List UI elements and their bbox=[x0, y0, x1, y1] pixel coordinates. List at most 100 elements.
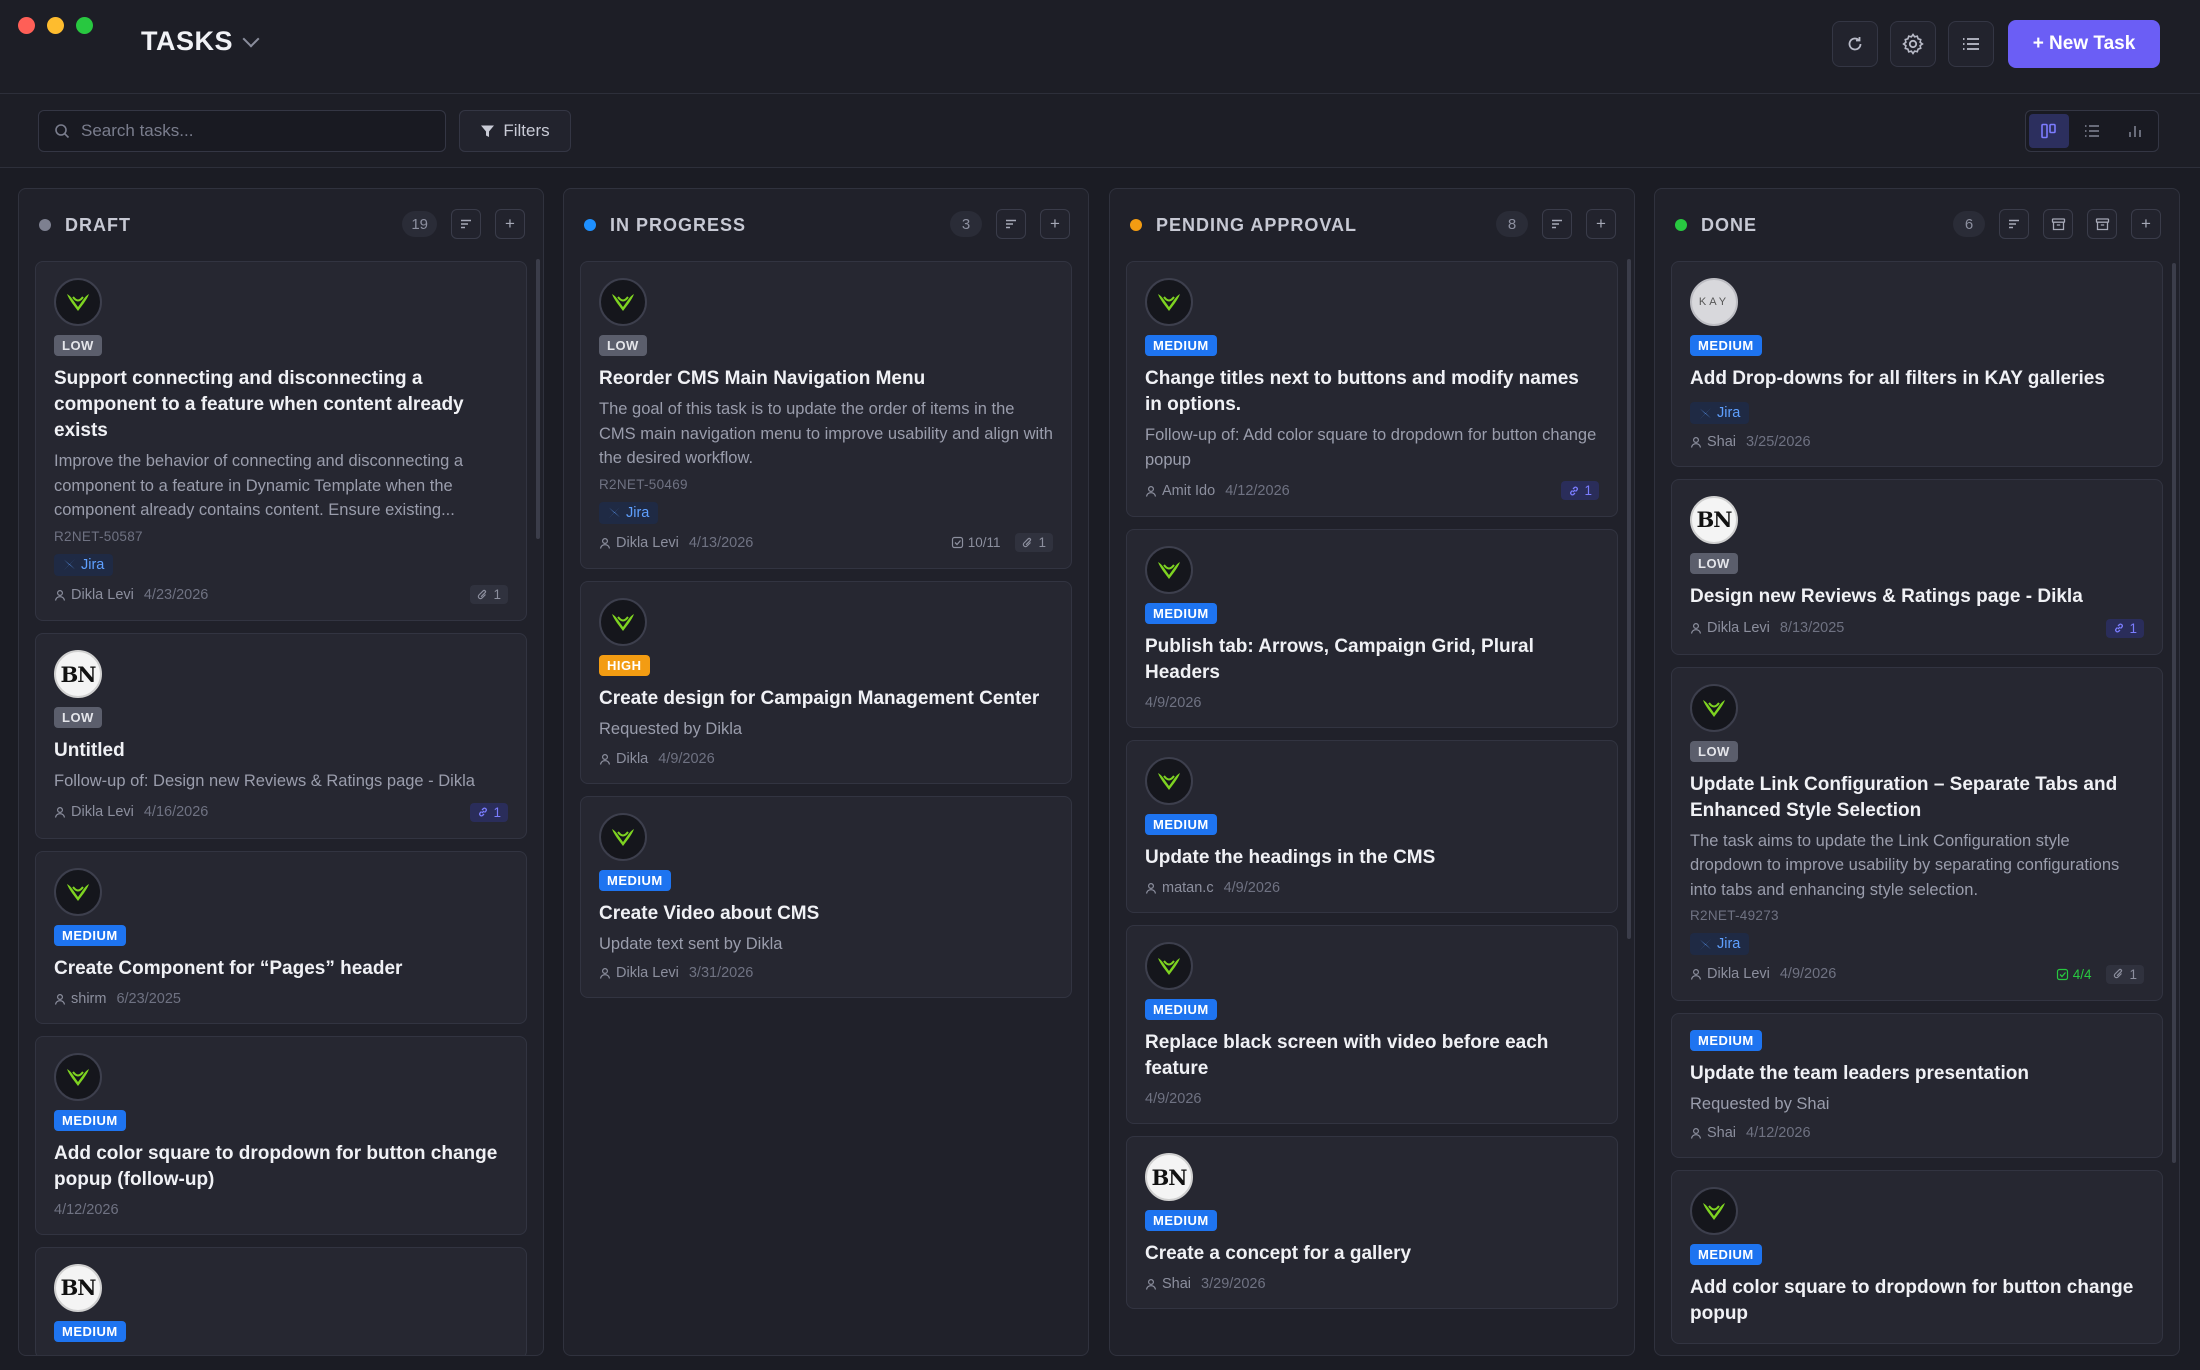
person-icon bbox=[1690, 1127, 1702, 1139]
task-card[interactable]: HIGH Create design for Campaign Managemen… bbox=[580, 581, 1072, 784]
window-controls bbox=[18, 17, 93, 34]
board-view-button[interactable] bbox=[2029, 114, 2069, 148]
sort-button[interactable] bbox=[1542, 209, 1572, 239]
archive-all-button[interactable] bbox=[2087, 209, 2117, 239]
attachments-chip[interactable]: 1 bbox=[1015, 533, 1053, 552]
add-task-button[interactable]: + bbox=[1586, 209, 1616, 239]
page-title: TASKS bbox=[141, 26, 234, 56]
assignee-name: matan.c bbox=[1162, 880, 1214, 896]
card-list: KAY MEDIUM Add Drop-downs for all filters … bbox=[1655, 261, 2179, 1344]
card-title: Design new Reviews & Ratings page - Dikl… bbox=[1690, 585, 2083, 607]
add-task-button[interactable]: + bbox=[1040, 209, 1070, 239]
paperclip-icon bbox=[2114, 968, 2123, 979]
bar-chart-icon bbox=[2129, 126, 2141, 137]
maximize-window-button[interactable] bbox=[76, 17, 93, 34]
board-view-icon bbox=[2041, 123, 2056, 139]
task-card[interactable]: BN MEDIUM Create a concept for a gallery Sh… bbox=[1126, 1136, 1618, 1309]
task-card[interactable]: MEDIUM Create Video about CMS Update text … bbox=[580, 795, 1072, 998]
company-logo-icon bbox=[67, 883, 89, 901]
card-meta: shirm 6/23/2025 bbox=[54, 991, 508, 1007]
assignee: Dikla Levi bbox=[1690, 620, 1770, 636]
task-card[interactable]: LOW Update Link Configuration – Separate … bbox=[1671, 666, 2163, 1001]
minimize-window-button[interactable] bbox=[47, 17, 64, 34]
jira-badge[interactable]: Jira bbox=[599, 501, 659, 524]
add-task-button[interactable]: + bbox=[2131, 209, 2161, 239]
card-title: Update the team leaders presentation bbox=[1690, 1062, 2029, 1084]
avatar bbox=[1145, 278, 1193, 326]
person-icon bbox=[54, 806, 66, 818]
linked-tasks-chip[interactable]: 1 bbox=[1561, 481, 1599, 500]
avatar bbox=[1690, 1187, 1738, 1235]
due-date: 4/23/2026 bbox=[143, 586, 209, 603]
attachments-chip[interactable]: 1 bbox=[470, 585, 508, 604]
priority-badge: MEDIUM bbox=[1145, 999, 1217, 1020]
column-scrollbar[interactable] bbox=[1627, 259, 1631, 939]
avatar bbox=[599, 812, 647, 861]
close-window-button[interactable] bbox=[18, 17, 35, 34]
task-card[interactable]: MEDIUM Publish tab: Arrows, Campaign Grid… bbox=[1126, 529, 1618, 728]
card-list: LOW Support connecting and disconnecting … bbox=[19, 261, 543, 1355]
priority-badge: MEDIUM bbox=[1145, 335, 1217, 356]
search-input[interactable]: Search tasks... bbox=[38, 110, 446, 152]
archive-button[interactable] bbox=[2043, 209, 2073, 239]
new-task-button[interactable]: + New Task bbox=[2008, 20, 2160, 68]
linked-tasks-chip[interactable]: 1 bbox=[470, 802, 508, 822]
task-card[interactable]: LOW Reorder CMS Main Navigation Menu The g… bbox=[580, 261, 1072, 569]
task-card[interactable]: MEDIUM Add color square to dropdown for b… bbox=[1671, 1170, 2163, 1344]
task-card[interactable]: KAY MEDIUM Add Drop-downs for all filters … bbox=[1671, 261, 2163, 467]
task-card[interactable]: BN MEDIUM bbox=[35, 1246, 527, 1355]
linked-tasks-chip[interactable]: 1 bbox=[2106, 618, 2144, 638]
board-selector[interactable]: TASKS bbox=[141, 26, 260, 57]
jira-badge[interactable]: Jira bbox=[1690, 933, 1750, 955]
settings-button[interactable] bbox=[1890, 21, 1936, 67]
jira-badge[interactable]: Jira bbox=[54, 553, 114, 576]
company-logo-icon bbox=[67, 1068, 89, 1086]
due-date: 4/9/2026 bbox=[658, 750, 715, 767]
task-card[interactable]: MEDIUM Create Component for “Pages” heade… bbox=[35, 850, 527, 1024]
due-date: 8/13/2025 bbox=[1779, 620, 1845, 636]
due-date: 4/9/2026 bbox=[1145, 1091, 1202, 1107]
list-menu-button[interactable] bbox=[1948, 21, 1994, 67]
task-card[interactable]: MEDIUM Add color square to dropdown for b… bbox=[35, 1035, 527, 1235]
task-card[interactable]: BN LOW Design new Reviews & Ratings page -… bbox=[1671, 478, 2163, 655]
task-card[interactable]: MEDIUM Replace black screen with video be… bbox=[1126, 925, 1618, 1124]
jira-badge[interactable]: Jira bbox=[1690, 402, 1750, 424]
list-view-button[interactable] bbox=[2072, 114, 2112, 148]
column-scrollbar[interactable] bbox=[536, 259, 540, 539]
column-title: DRAFT bbox=[65, 214, 131, 235]
assignee: Dikla Levi bbox=[54, 804, 134, 820]
card-title: Support connecting and disconnecting a c… bbox=[54, 368, 464, 441]
task-card[interactable]: MEDIUM Update the team leaders presentati… bbox=[1671, 1012, 2163, 1158]
card-title: Create Component for “Pages” header bbox=[54, 957, 403, 979]
person-icon bbox=[1145, 1278, 1157, 1290]
attachments-chip[interactable]: 1 bbox=[2106, 964, 2144, 984]
sort-button[interactable] bbox=[996, 209, 1026, 239]
priority-badge: LOW bbox=[54, 707, 102, 728]
task-card[interactable]: LOW Support connecting and disconnecting … bbox=[35, 261, 527, 621]
card-title: Replace black screen with video before e… bbox=[1145, 1032, 1549, 1079]
status-dot bbox=[39, 219, 51, 231]
filters-button[interactable]: Filters bbox=[459, 110, 571, 152]
status-dot bbox=[1675, 219, 1687, 231]
task-card[interactable]: MEDIUM Update the headings in the CMS mata… bbox=[1126, 740, 1618, 913]
person-icon bbox=[1690, 622, 1702, 634]
jira-icon bbox=[1700, 938, 1711, 950]
avatar bbox=[599, 278, 647, 326]
sort-button[interactable] bbox=[1999, 209, 2029, 239]
task-card[interactable]: MEDIUM Change titles next to buttons and … bbox=[1126, 261, 1618, 517]
avatar: BN bbox=[54, 650, 102, 698]
refresh-button[interactable] bbox=[1832, 21, 1878, 67]
priority-badge: MEDIUM bbox=[1690, 335, 1762, 356]
assignee-name: Dikla Levi bbox=[616, 965, 679, 981]
column-scrollbar[interactable] bbox=[2172, 263, 2176, 1163]
filter-icon bbox=[481, 125, 495, 137]
card-meta: 4/12/2026 bbox=[54, 1202, 508, 1218]
chart-view-button[interactable] bbox=[2115, 114, 2155, 148]
card-indicators: 1 bbox=[1561, 481, 1599, 500]
assignee: Dikla Levi bbox=[54, 587, 134, 603]
person-icon bbox=[1145, 485, 1157, 497]
add-task-button[interactable]: + bbox=[495, 209, 525, 239]
sort-button[interactable] bbox=[451, 209, 481, 239]
task-card[interactable]: BN LOW Untitled Follow-up of: Design new Re… bbox=[35, 633, 527, 839]
card-title: Update Link Configuration – Separate Tab… bbox=[1690, 773, 2118, 821]
